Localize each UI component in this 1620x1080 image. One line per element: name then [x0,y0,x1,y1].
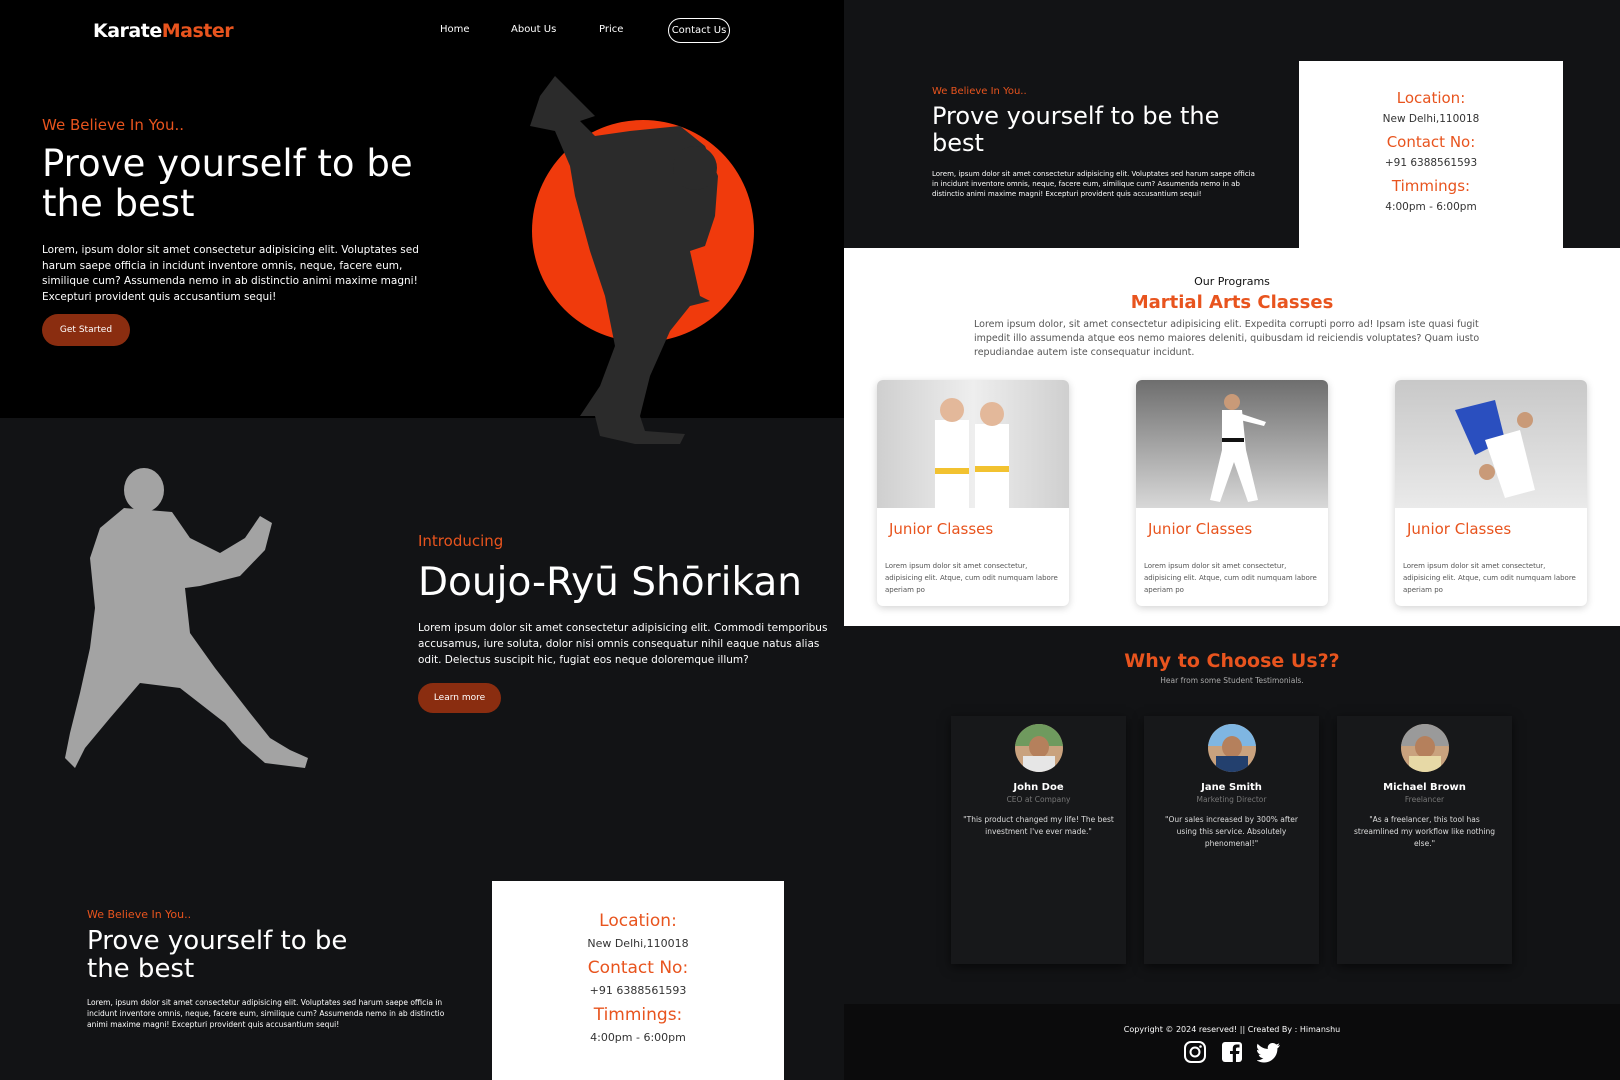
intro-body: Lorem ipsum dolor sit amet consectetur a… [418,622,828,666]
testimonial-role: Freelancer [1404,795,1445,804]
hero-title: Prove yourself to be the best [42,142,413,225]
location-kicker: We Believe In You.. [932,86,1027,97]
program-body: Lorem ipsum dolor sit amet consectetur, … [1144,562,1317,594]
logo-part-master: Master [161,20,234,42]
contact-label: Contact No: [587,958,689,978]
contact-value: +91 6388561593 [1384,157,1478,169]
program-image-judo [1395,380,1587,508]
program-title: Junior Classes [1148,520,1253,538]
program-card[interactable]: Junior Classes Lorem ipsum dolor sit ame… [877,380,1069,606]
logo[interactable]: KarateMaster [93,20,234,42]
testimonials-title: Why to Choose Us?? [1124,650,1340,672]
testimonial-role: CEO at Company [1006,795,1071,804]
intro-title: Doujo-Ryū Shōrikan [418,560,802,605]
nav-contact-button[interactable]: Contact Us [668,18,730,43]
high-kick-karateka-silhouette [530,76,718,444]
testimonial-card: Jane Smith Marketing Director "Our sales… [1144,716,1319,964]
contact-label: Contact No: [1386,133,1476,151]
program-card[interactable]: Junior Classes Lorem ipsum dolor sit ame… [1395,380,1587,606]
avatar [1207,724,1256,772]
location-intro-left: We Believe In You.. Prove yourself to be… [87,908,467,1030]
programs-title: Martial Arts Classes [1130,292,1334,313]
location-kicker: We Believe In You.. [87,908,192,921]
testimonial-card: John Doe CEO at Company "This product ch… [951,716,1126,964]
testimonial-card: Michael Brown Freelancer "As a freelance… [1337,716,1512,964]
program-image-stance [1136,380,1328,508]
location-body: Lorem, ipsum dolor sit amet consectetur … [87,998,445,1029]
program-title: Junior Classes [889,520,994,538]
location-value: New Delhi,110018 [1382,113,1480,125]
logo-part-karate: Karate [93,20,162,42]
timings-value: 4:00pm - 6:00pm [590,1031,686,1044]
timings-label: Timmings: [1391,177,1471,195]
programs-label: Our Programs [1194,275,1270,288]
hero-kicker: We Believe In You.. [42,116,184,134]
avatar [1014,724,1063,772]
copyright-text: Copyright © 2024 reserved! || Created By… [1123,1025,1341,1034]
programs-body: Lorem ipsum dolor, sit amet consectetur … [974,319,1480,358]
location-intro-right: We Believe In You.. Prove yourself to be… [932,86,1262,199]
location-title: Prove yourself to be the best [87,926,348,984]
location-body: Lorem, ipsum dolor sit amet consectetur … [932,170,1255,198]
program-body: Lorem ipsum dolor sit amet consectetur, … [1403,562,1576,594]
intro-kicker: Introducing [418,532,504,550]
testimonial-name: John Doe [1013,782,1064,793]
location-value: New Delhi,110018 [587,937,689,950]
right-page-panel: We Believe In You.. Prove yourself to be… [844,0,1620,1080]
timings-label: Timmings: [593,1005,683,1025]
location-label: Location: [1396,89,1466,107]
location-title: Prove yourself to be the best [932,102,1220,157]
nav-home-link[interactable]: Home [440,24,470,35]
facebook-icon[interactable] [1220,1040,1244,1064]
program-image-kids [877,380,1069,508]
testimonial-role: Marketing Director [1196,795,1267,804]
nav-about-link[interactable]: About Us [511,24,556,35]
testimonial-quote: "Our sales increased by 300% after using… [1165,815,1298,848]
instagram-icon[interactable] [1183,1040,1207,1064]
hero-body: Lorem, ipsum dolor sit amet consectetur … [42,244,419,303]
program-body: Lorem ipsum dolor sit amet consectetur, … [885,562,1058,594]
testimonials-subtitle: Hear from some Student Testimonials. [1160,676,1304,685]
learn-more-button[interactable]: Learn more [418,683,501,713]
testimonial-quote: "As a freelancer, this tool has streamli… [1354,815,1495,848]
contact-value: +91 6388561593 [589,984,687,997]
twitter-icon[interactable] [1257,1040,1281,1064]
testimonial-name: Michael Brown [1383,782,1466,793]
avatar [1400,724,1449,772]
testimonial-quote: "This product changed my life! The best … [963,815,1114,836]
program-title: Junior Classes [1407,520,1512,538]
timings-value: 4:00pm - 6:00pm [1385,201,1477,213]
contact-info-card-right: Location: New Delhi,110018 Contact No: +… [1299,61,1563,248]
testimonial-name: Jane Smith [1201,782,1262,793]
fighting-stance-karateka-silhouette [65,468,308,768]
nav-price-link[interactable]: Price [599,24,623,35]
get-started-button[interactable]: Get Started [42,314,130,346]
contact-info-card-left: Location: New Delhi,110018 Contact No: +… [492,881,784,1080]
location-label: Location: [599,911,677,931]
program-card[interactable]: Junior Classes Lorem ipsum dolor sit ame… [1136,380,1328,606]
